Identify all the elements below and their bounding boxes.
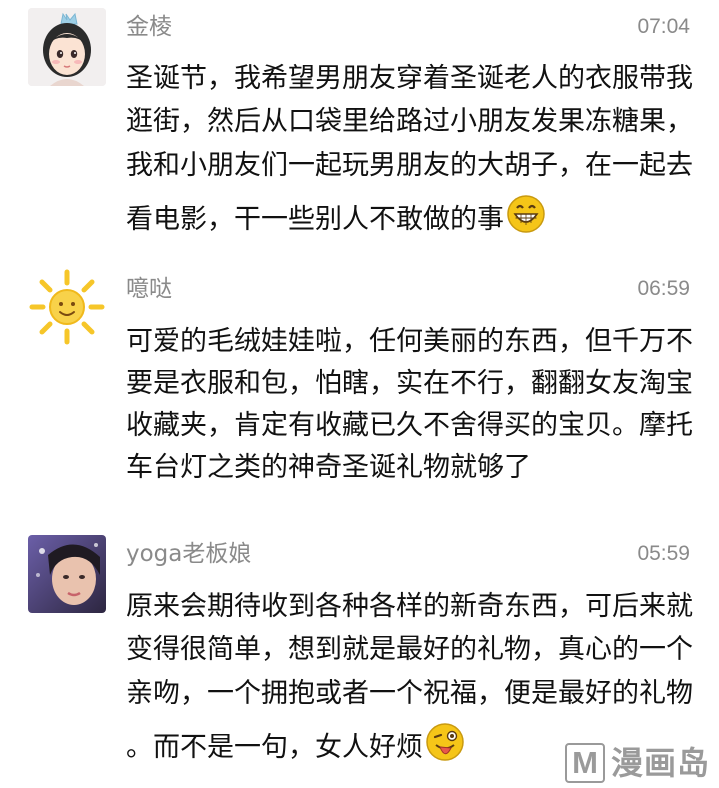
comment-text: 看电影，干一些别人不敢做的事 [126, 204, 504, 235]
comment-text-line: 圣诞节，我希望男朋友穿着圣诞老人的衣服带我 [126, 63, 693, 94]
avatar-sun[interactable] [28, 268, 106, 346]
comment-text-line: 看电影，干一些别人不敢做的事 [126, 194, 546, 244]
watermark: M 漫画岛 [559, 738, 719, 788]
watermark-logo-icon: M [565, 743, 605, 783]
sun-avatar-icon [28, 268, 106, 346]
watermark-text: 漫画岛 [611, 744, 711, 782]
comment-author[interactable]: yoga老板娘 [126, 539, 251, 569]
comment-text-line: 可爱的毛绒娃娃啦，任何美丽的东西，但千万不 [126, 326, 693, 357]
comment-author[interactable]: 噫哒 [126, 274, 172, 304]
comment-text: 。而不是一句，女人好烦 [126, 732, 423, 763]
comment-text-line: 变得很简单，想到就是最好的礼物，真心的一个 [126, 634, 693, 665]
comment-text-line: 亲吻，一个拥抱或者一个祝福，便是最好的礼物 [126, 678, 693, 709]
winking-tongue-face-emoji-icon [425, 722, 465, 772]
avatar-photo[interactable] [28, 535, 106, 613]
photo-woman-avatar-icon [28, 535, 106, 613]
comment-author[interactable]: 金棱 [126, 12, 172, 42]
grinning-face-emoji-icon [506, 194, 546, 244]
comment-time: 07:04 [637, 15, 690, 38]
avatar-girl[interactable] [28, 8, 106, 86]
comment-text-line: 。而不是一句，女人好烦 [126, 722, 465, 772]
comment-text-line: 收藏夹，肯定有收藏已久不舍得买的宝贝。摩托 [126, 410, 693, 441]
comment-text-line: 我和小朋友们一起玩男朋友的大胡子，在一起去 [126, 150, 693, 181]
comment-item: 金棱 07:04 圣诞节，我希望男朋友穿着圣诞老人的衣服带我 逛街，然后从口袋里… [0, 0, 719, 260]
comment-text-line: 原来会期待收到各种各样的新奇东西，可后来就 [126, 591, 693, 622]
watermark-letter: M [572, 745, 598, 780]
comment-text-line: 车台灯之类的神奇圣诞礼物就够了 [126, 452, 531, 483]
cartoon-girl-crown-avatar-icon [28, 8, 106, 86]
comment-text-line: 逛街，然后从口袋里给路过小朋友发果冻糖果， [126, 106, 693, 137]
comment-time: 06:59 [637, 277, 690, 300]
comment-text-line: 要是衣服和包，怕瞎，实在不行，翻翻女友淘宝 [126, 368, 693, 399]
comment-time: 05:59 [637, 542, 690, 565]
comment-item: 噫哒 06:59 可爱的毛绒娃娃啦，任何美丽的东西，但千万不 要是衣服和包，怕瞎… [0, 262, 719, 512]
